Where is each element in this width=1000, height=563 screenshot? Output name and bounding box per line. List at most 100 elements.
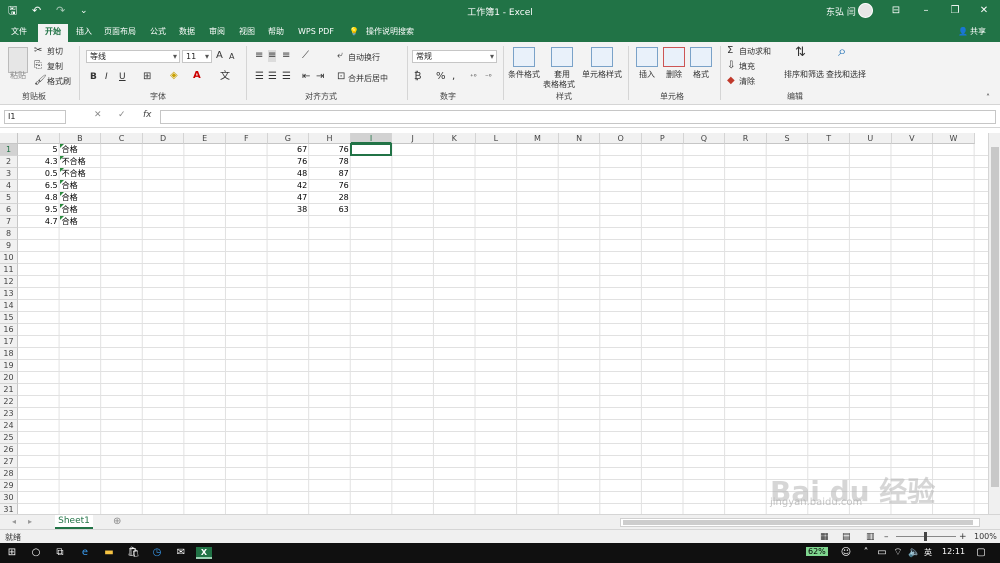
column-header-w[interactable]: W xyxy=(933,133,975,144)
row-header-7[interactable]: 7 xyxy=(0,216,18,228)
restore-button[interactable]: ❐ xyxy=(945,3,965,19)
cell-b3[interactable]: 不合格 xyxy=(60,168,102,180)
align-bottom-icon[interactable]: ≡ xyxy=(282,50,290,62)
copy-button[interactable]: 复制 xyxy=(47,61,63,72)
merge-center-button[interactable]: 合并后居中 xyxy=(348,73,388,84)
tab-formulas[interactable]: 公式 xyxy=(150,26,166,38)
cell-b6[interactable]: 合格 xyxy=(60,204,102,216)
row-header-11[interactable]: 11 xyxy=(0,264,18,276)
row-header-27[interactable]: 27 xyxy=(0,456,18,468)
zoom-in-icon[interactable]: + xyxy=(959,531,967,543)
row-header-25[interactable]: 25 xyxy=(0,432,18,444)
font-name-dropdown[interactable]: 等线 xyxy=(86,50,180,63)
paste-button[interactable]: 粘贴 xyxy=(10,70,26,81)
zoom-level[interactable]: 100% xyxy=(974,532,997,541)
format-cells-button[interactable]: 格式 xyxy=(693,69,709,80)
fill-button[interactable]: 填充 xyxy=(739,61,755,72)
task-view-icon[interactable]: ⧉ xyxy=(54,547,66,559)
decrease-decimal-icon[interactable]: ⁻⁰ xyxy=(485,71,492,83)
row-header-24[interactable]: 24 xyxy=(0,420,18,432)
notification-icon[interactable]: ▢ xyxy=(975,547,987,559)
file-explorer-icon[interactable]: ▬ xyxy=(103,547,115,559)
cell-g6[interactable]: 38 xyxy=(268,204,310,216)
phonetic-icon[interactable]: 文 xyxy=(220,71,230,83)
currency-icon[interactable]: ₿ xyxy=(414,71,421,83)
delete-cells-icon[interactable] xyxy=(663,47,685,67)
row-header-17[interactable]: 17 xyxy=(0,336,18,348)
mail-icon[interactable]: ✉ xyxy=(175,547,187,559)
vertical-scroll-thumb[interactable] xyxy=(991,147,999,487)
column-header-e[interactable]: E xyxy=(184,133,226,144)
tab-data[interactable]: 数据 xyxy=(179,26,195,38)
table-format-icon[interactable] xyxy=(551,47,573,67)
tab-home[interactable]: 开始 xyxy=(38,24,68,42)
excel-taskbar-icon[interactable]: X xyxy=(196,547,212,559)
cell-a5[interactable]: 4.8 xyxy=(18,192,60,204)
row-header-6[interactable]: 6 xyxy=(0,204,18,216)
avatar[interactable] xyxy=(858,3,873,18)
font-size-dropdown[interactable]: 11 xyxy=(182,50,212,63)
percent-button[interactable]: % xyxy=(436,71,446,83)
cell-b5[interactable]: 合格 xyxy=(60,192,102,204)
row-header-22[interactable]: 22 xyxy=(0,396,18,408)
increase-font-icon[interactable]: A xyxy=(216,50,223,62)
row-header-12[interactable]: 12 xyxy=(0,276,18,288)
align-middle-icon[interactable]: ≡ xyxy=(268,50,277,62)
name-box[interactable]: I1 xyxy=(4,110,66,124)
column-header-r[interactable]: R xyxy=(725,133,767,144)
borders-icon[interactable]: ⊞ xyxy=(143,71,151,83)
align-center-icon[interactable]: ☰ xyxy=(268,71,277,83)
decrease-indent-icon[interactable]: ⇤ xyxy=(302,71,310,83)
tab-wps-pdf[interactable]: WPS PDF xyxy=(298,26,334,38)
cancel-icon[interactable]: ✕ xyxy=(94,110,102,120)
row-header-4[interactable]: 4 xyxy=(0,180,18,192)
decrease-font-icon[interactable]: A xyxy=(229,51,234,63)
column-header-h[interactable]: H xyxy=(309,133,351,144)
input-method-indicator[interactable]: 英 xyxy=(924,547,932,558)
row-header-18[interactable]: 18 xyxy=(0,348,18,360)
cut-button[interactable]: 剪切 xyxy=(47,46,63,57)
autosum-button[interactable]: 自动求和 xyxy=(739,46,771,57)
increase-decimal-icon[interactable]: ⁺⁰ xyxy=(470,71,477,83)
column-header-c[interactable]: C xyxy=(101,133,143,144)
edge-icon[interactable]: e xyxy=(79,547,91,559)
column-header-u[interactable]: U xyxy=(850,133,892,144)
normal-view-icon[interactable]: ▦ xyxy=(820,531,829,543)
active-cell-cursor[interactable] xyxy=(349,143,393,156)
insert-function-button[interactable]: fx xyxy=(143,110,152,120)
people-icon[interactable]: ☺ xyxy=(840,547,852,559)
font-color-icon[interactable]: A xyxy=(193,70,201,82)
cell-g1[interactable]: 67 xyxy=(268,144,310,156)
search-icon[interactable]: ⌕ xyxy=(838,44,846,59)
column-header-m[interactable]: M xyxy=(517,133,559,144)
ribbon-display-options-icon[interactable]: ⊟ xyxy=(886,3,906,19)
cell-g3[interactable]: 48 xyxy=(268,168,310,180)
row-header-19[interactable]: 19 xyxy=(0,360,18,372)
row-header-13[interactable]: 13 xyxy=(0,288,18,300)
row-header-5[interactable]: 5 xyxy=(0,192,18,204)
page-layout-view-icon[interactable]: ▤ xyxy=(842,531,851,543)
row-header-10[interactable]: 10 xyxy=(0,252,18,264)
row-header-2[interactable]: 2 xyxy=(0,156,18,168)
tab-review[interactable]: 审阅 xyxy=(209,26,225,38)
volume-icon[interactable]: 🔈 xyxy=(908,547,920,559)
column-header-v[interactable]: V xyxy=(891,133,934,144)
row-header-16[interactable]: 16 xyxy=(0,324,18,336)
zoom-out-icon[interactable]: – xyxy=(884,531,889,543)
select-all-corner[interactable] xyxy=(0,133,18,144)
close-button[interactable]: ✕ xyxy=(974,3,994,19)
share-button[interactable]: 共享 xyxy=(970,26,986,38)
align-right-icon[interactable]: ☰ xyxy=(282,71,291,83)
column-header-o[interactable]: O xyxy=(600,133,642,144)
column-header-j[interactable]: J xyxy=(392,133,434,144)
row-header-1[interactable]: 1 xyxy=(0,144,18,156)
align-left-icon[interactable]: ☰ xyxy=(255,71,264,83)
column-header-d[interactable]: D xyxy=(142,133,185,144)
tab-insert[interactable]: 插入 xyxy=(76,26,92,38)
column-header-b[interactable]: B xyxy=(59,133,102,144)
row-header-31[interactable]: 31 xyxy=(0,504,18,514)
row-header-20[interactable]: 20 xyxy=(0,372,18,384)
conditional-format-button[interactable]: 条件格式 xyxy=(508,69,540,80)
cell-h6[interactable]: 63 xyxy=(309,204,351,216)
underline-button[interactable]: U xyxy=(119,71,126,83)
